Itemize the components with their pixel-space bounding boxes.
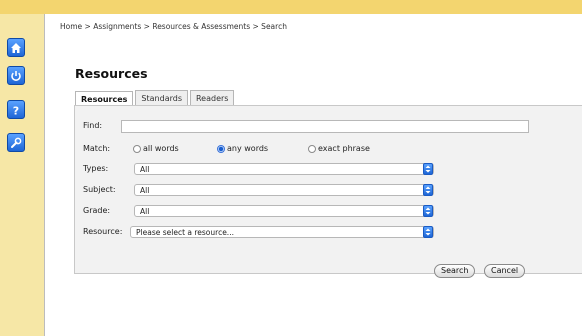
resource-value: Please select a resource... [136,228,234,237]
select-arrows-icon [423,205,433,217]
match-all-words-radio[interactable]: all words [133,144,179,153]
power-icon[interactable] [7,66,25,85]
svg-text:?: ? [13,104,19,116]
select-arrows-icon [423,226,433,238]
home-icon[interactable] [7,38,25,57]
types-value: All [140,165,150,174]
subject-label: Subject: [83,185,116,194]
grade-label: Grade: [83,206,111,215]
subject-value: All [140,186,150,195]
cancel-button[interactable]: Cancel [484,264,526,278]
match-exact-phrase-label: exact phrase [318,144,370,153]
grade-value: All [140,207,150,216]
match-exact-phrase-radio[interactable]: exact phrase [308,144,370,153]
types-select[interactable]: All [134,163,434,175]
page-title: Resources [75,66,148,81]
tools-icon[interactable] [7,133,25,152]
radio-selected-icon [217,144,225,153]
breadcrumb[interactable]: Home > Assignments > Resources & Assessm… [60,22,287,31]
radio-unselected-icon [308,144,316,153]
match-any-words-label: any words [227,144,269,153]
find-input[interactable] [121,120,529,133]
side-rail: ? [0,14,45,336]
subject-select[interactable]: All [134,184,434,196]
search-button[interactable]: Search [434,264,476,278]
select-arrows-icon [423,184,433,196]
match-all-words-label: all words [143,144,179,153]
find-label: Find: [83,121,103,130]
tab-bar: Resources Standards Readers [75,90,236,107]
top-bar [0,0,582,14]
select-arrows-icon [423,163,433,175]
tab-readers[interactable]: Readers [189,90,235,106]
radio-unselected-icon [133,144,141,153]
main-content: Home > Assignments > Resources & Assessm… [46,14,582,336]
help-icon[interactable]: ? [7,100,25,119]
tab-standards[interactable]: Standards [135,90,188,106]
resource-select[interactable]: Please select a resource... [130,226,434,238]
resource-label: Resource: [83,227,123,236]
grade-select[interactable]: All [134,205,434,217]
types-label: Types: [83,164,109,173]
match-label: Match: [83,144,111,153]
match-any-words-radio[interactable]: any words [217,144,268,153]
